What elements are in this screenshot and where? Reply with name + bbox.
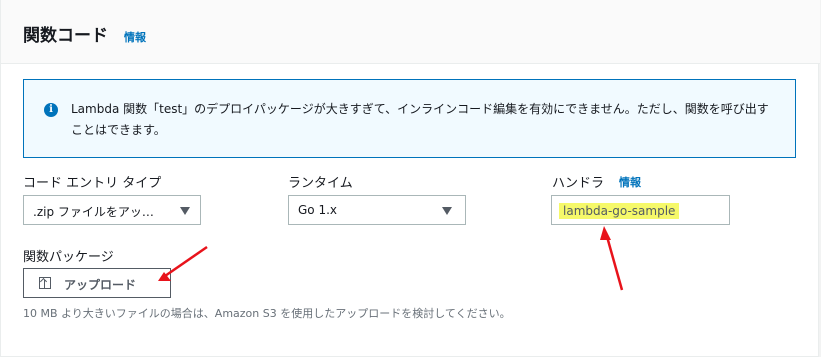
handler-info-link[interactable]: 情報	[619, 174, 641, 190]
upload-icon	[39, 277, 51, 289]
caret-down-icon	[442, 207, 452, 215]
upload-button[interactable]: アップロード	[23, 268, 171, 298]
info-link[interactable]: 情報	[124, 29, 146, 45]
caret-down-icon	[180, 207, 190, 215]
runtime-label: ランタイム	[288, 176, 353, 191]
handler-input[interactable]: lambda-go-sample	[551, 195, 730, 225]
entry-type-value: .zip ファイルをアッ…	[33, 205, 154, 219]
upload-button-label: アップロード	[64, 278, 137, 292]
runtime-select[interactable]: Go 1.x	[288, 195, 466, 225]
entry-type-label: コード エントリ タイプ	[23, 176, 162, 191]
info-icon: i	[44, 103, 58, 117]
entry-type-select[interactable]: .zip ファイルをアッ…	[23, 195, 201, 225]
function-package-label: 関数パッケージ	[23, 250, 114, 265]
handler-label: ハンドラ	[552, 176, 605, 191]
panel-header: 関数コード 情報	[1, 0, 820, 64]
info-alert: i Lambda 関数「test」のデプロイパッケージが大きすぎて、インラインコ…	[23, 79, 796, 158]
function-code-panel: 関数コード 情報 i Lambda 関数「test」のデプロイパッケージが大きす…	[0, 0, 820, 357]
alert-message: Lambda 関数「test」のデプロイパッケージが大きすぎて、インラインコード…	[71, 102, 769, 137]
panel-title: 関数コード	[23, 26, 108, 46]
upload-hint: 10 MB より大きいファイルの場合は、Amazon S3 を使用したアップロー…	[23, 307, 511, 320]
handler-value: lambda-go-sample	[559, 203, 680, 219]
runtime-value: Go 1.x	[298, 203, 338, 217]
